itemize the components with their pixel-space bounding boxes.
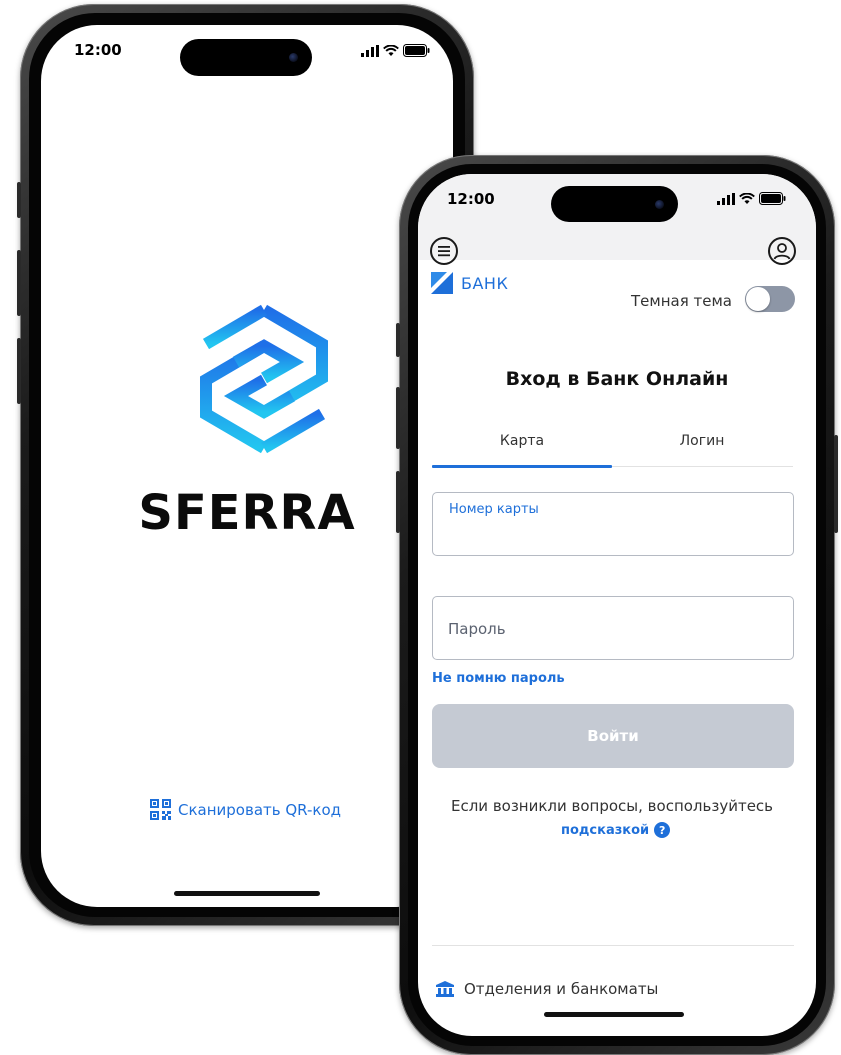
volume-up-button bbox=[396, 387, 400, 449]
battery-icon bbox=[403, 44, 430, 57]
brand-name: SFERRA bbox=[138, 485, 356, 541]
page-title: Вход в Банк Онлайн bbox=[505, 368, 729, 390]
qr-code-icon bbox=[150, 799, 171, 820]
help-link[interactable]: подсказкой ? bbox=[561, 822, 671, 838]
bank-logo-icon bbox=[431, 272, 453, 294]
password-field[interactable]: Пароль bbox=[432, 596, 794, 660]
action-button bbox=[396, 323, 400, 357]
login-button[interactable]: Войти bbox=[432, 704, 794, 768]
home-indicator[interactable] bbox=[544, 1012, 684, 1017]
bank-logo: БАНК bbox=[431, 272, 508, 294]
branches-atms-link[interactable]: Отделения и банкоматы bbox=[436, 980, 658, 998]
profile-button[interactable] bbox=[768, 237, 796, 265]
signal-icon bbox=[717, 192, 735, 205]
dark-theme-label: Темная тема bbox=[631, 292, 732, 310]
dark-theme-toggle[interactable] bbox=[745, 286, 795, 312]
volume-down-button bbox=[396, 471, 400, 533]
action-button bbox=[17, 182, 21, 218]
scan-qr-label: Сканировать QR-код bbox=[178, 800, 342, 819]
front-camera-icon bbox=[289, 53, 298, 62]
toggle-knob bbox=[746, 287, 770, 311]
help-link-label: подсказкой bbox=[561, 822, 650, 838]
status-icons bbox=[361, 44, 430, 57]
bank-name: БАНК bbox=[461, 273, 509, 293]
dynamic-island bbox=[551, 186, 678, 222]
card-number-field[interactable]: Номер карты bbox=[432, 492, 794, 556]
help-text: Если возникли вопросы, воспользуйтесь bbox=[450, 797, 774, 815]
volume-up-button bbox=[17, 250, 21, 316]
branches-atms-label: Отделения и банкоматы bbox=[464, 980, 659, 998]
bottom-divider bbox=[432, 945, 794, 946]
password-placeholder: Пароль bbox=[448, 620, 506, 638]
sferra-logo-icon bbox=[200, 304, 328, 454]
login-phone: 12:00 БАНК Темная тема Вход в Банк Онлай… bbox=[396, 155, 838, 1055]
tab-login[interactable]: Логин bbox=[612, 433, 792, 449]
splash-screen: 12:00 SFERRA Сканировать QR-код bbox=[41, 25, 453, 907]
hamburger-icon bbox=[438, 246, 450, 257]
tab-card[interactable]: Карта bbox=[432, 433, 612, 449]
user-icon bbox=[773, 243, 791, 260]
home-indicator[interactable] bbox=[174, 891, 320, 896]
login-screen: 12:00 БАНК Темная тема Вход в Банк Онлай… bbox=[418, 174, 816, 1036]
card-number-label: Номер карты bbox=[449, 502, 539, 517]
power-button bbox=[834, 435, 838, 533]
bank-building-icon bbox=[436, 981, 454, 997]
menu-button[interactable] bbox=[430, 237, 458, 265]
active-tab-indicator bbox=[432, 465, 612, 468]
volume-down-button bbox=[17, 338, 21, 404]
dynamic-island bbox=[180, 39, 312, 76]
wifi-icon bbox=[383, 44, 399, 56]
forgot-password-link[interactable]: Не помню пароль bbox=[432, 671, 565, 686]
battery-icon bbox=[759, 192, 786, 205]
wifi-icon bbox=[739, 192, 755, 204]
help-icon: ? bbox=[654, 822, 671, 838]
front-camera-icon bbox=[655, 200, 664, 209]
status-icons bbox=[717, 192, 786, 205]
scan-qr-link[interactable]: Сканировать QR-код bbox=[150, 799, 341, 820]
status-time: 12:00 bbox=[447, 190, 495, 208]
status-time: 12:00 bbox=[74, 41, 122, 59]
signal-icon bbox=[361, 44, 379, 57]
